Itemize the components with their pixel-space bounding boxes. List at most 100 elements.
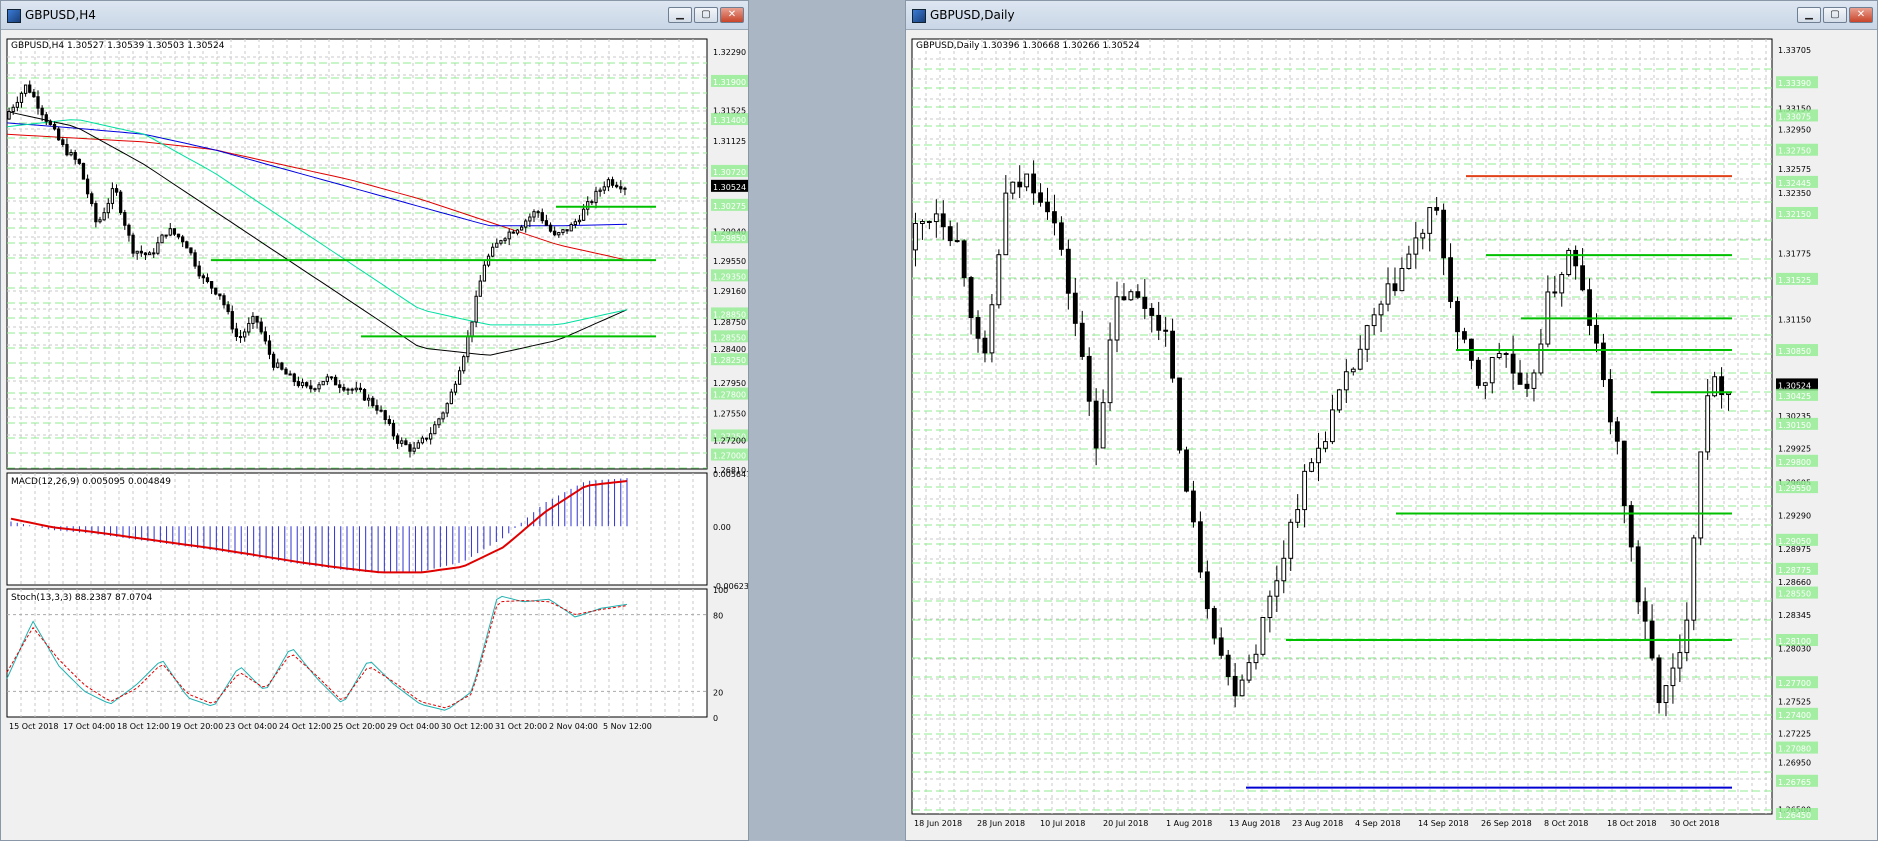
h4-candle-body: [519, 226, 524, 231]
daily-candle-body: [1295, 509, 1301, 523]
h4-candle-body: [606, 179, 611, 188]
h4-candle-body: [263, 331, 267, 342]
daily-title-bar[interactable]: GBPUSD,Daily ▁ ▢ ✕: [906, 1, 1877, 30]
h4-time-axis-label: 15 Oct 2018: [9, 722, 58, 731]
h4-candle-body: [90, 193, 94, 205]
h4-candle-body: [544, 220, 549, 226]
daily-candle-body: [1392, 283, 1398, 292]
h4-candle-body: [61, 139, 65, 145]
daily-chart-area[interactable]: GBPUSD,Daily 1.30396 1.30668 1.30266 1.3…: [906, 29, 1877, 840]
h4-candle-body: [288, 373, 292, 376]
h4-candle-body: [404, 440, 408, 446]
daily-candle-body: [1218, 637, 1224, 656]
daily-candle-body: [1441, 209, 1447, 259]
h4-price-panel: [6, 38, 708, 470]
daily-candle-body: [1566, 249, 1572, 276]
daily-candle-body: [1191, 490, 1196, 523]
h4-candle-body: [11, 106, 15, 113]
daily-time-axis-label: 10 Jul 2018: [1040, 819, 1085, 828]
daily-candle-body: [1281, 557, 1287, 582]
daily-price-axis-label: 1.28550: [1778, 590, 1811, 599]
h4-candle-body: [503, 238, 507, 242]
h4-candle-body: [197, 265, 201, 277]
daily-candle-body: [1079, 322, 1085, 357]
daily-price-axis-label: 1.28975: [1778, 545, 1811, 554]
close-button[interactable]: ✕: [1849, 7, 1873, 23]
daily-window-title: GBPUSD,Daily: [930, 8, 1015, 22]
h4-candle-body: [602, 186, 606, 191]
h4-candle-body: [350, 388, 354, 391]
daily-candle-body: [989, 304, 995, 354]
daily-candle-body: [1573, 249, 1579, 267]
h4-candle-body: [429, 433, 433, 440]
daily-candle-body: [1288, 521, 1294, 559]
h4-price-axis-label: 1.30275: [713, 202, 746, 211]
h4-candle-body: [507, 231, 511, 240]
daily-candle-body: [1552, 291, 1558, 294]
h4-candle-body: [23, 84, 28, 94]
daily-candle-body: [1635, 546, 1641, 603]
h4-candle-body: [106, 202, 110, 214]
h4-candle-body: [333, 376, 338, 386]
h4-candle-body: [553, 230, 557, 236]
h4-candle-body: [598, 189, 602, 192]
daily-candle-body: [940, 213, 946, 228]
h4-candle-body: [222, 295, 226, 306]
daily-candle-body: [1670, 667, 1676, 687]
h4-chart-area[interactable]: GBPUSD,H4 1.30527 1.30539 1.30503 1.3052…: [1, 29, 748, 840]
daily-candle-body: [1413, 237, 1419, 255]
h4-candle-body: [581, 208, 586, 221]
h4-time-axis-label: 30 Oct 12:00: [441, 722, 493, 731]
minimize-button[interactable]: ▁: [668, 7, 692, 23]
h4-candle-body: [499, 240, 503, 244]
daily-price-axis-label: 1.27080: [1778, 745, 1811, 754]
daily-price-axis-label: 1.32575: [1778, 165, 1811, 174]
daily-candle-body: [1427, 207, 1433, 234]
h4-candle-body: [32, 91, 36, 98]
daily-candle-body: [1239, 679, 1245, 697]
daily-price-axis-label: 1.28030: [1778, 644, 1811, 653]
h4-title-bar[interactable]: GBPUSD,H4 ▁ ▢ ✕: [1, 1, 748, 30]
maximize-button[interactable]: ▢: [1823, 7, 1847, 23]
daily-candle-body: [1371, 314, 1377, 327]
stoch-axis-label: 20: [713, 688, 723, 697]
daily-time-axis-label: 30 Oct 2018: [1670, 819, 1719, 828]
h4-price-axis-label: 1.31900: [713, 78, 746, 87]
h4-price-axis-label: 1.32290: [713, 48, 746, 57]
h4-price-axis-label: 1.28550: [713, 333, 746, 342]
maximize-button[interactable]: ▢: [694, 7, 718, 23]
minimize-button[interactable]: ▁: [1797, 7, 1821, 23]
h4-candle-body: [610, 179, 615, 186]
h4-candle-body: [424, 437, 429, 440]
h4-candle-body: [325, 376, 329, 382]
daily-candle-body: [1559, 274, 1565, 294]
daily-candle-body: [975, 317, 981, 339]
h4-candle-body: [218, 293, 222, 297]
daily-candle-body: [1003, 192, 1009, 256]
daily-candle-body: [1434, 207, 1440, 211]
h4-time-axis-label: 23 Oct 04:00: [225, 722, 277, 731]
daily-price-axis-label: 1.30425: [1778, 392, 1811, 401]
daily-candle-body: [1614, 421, 1620, 442]
daily-candle-body: [1406, 253, 1412, 269]
h4-candle-body: [69, 151, 73, 156]
h4-candle-body: [152, 252, 156, 255]
h4-candle-body: [470, 321, 474, 338]
h4-candle-body: [160, 234, 164, 244]
h4-candle-body: [615, 184, 619, 188]
h4-candle-body: [255, 315, 259, 323]
h4-candle-body: [172, 228, 177, 235]
h4-candle-body: [313, 388, 317, 391]
daily-candle-body: [1726, 392, 1731, 396]
h4-price-axis-label: 1.29850: [713, 234, 746, 243]
daily-candle-body: [1121, 296, 1127, 301]
h4-window-title: GBPUSD,H4: [25, 8, 96, 22]
daily-candle-body: [1448, 257, 1453, 302]
h4-price-axis-label: 1.28750: [713, 318, 746, 327]
daily-price-axis-label: 1.27525: [1778, 698, 1811, 707]
close-button[interactable]: ✕: [720, 7, 744, 23]
daily-price-axis-label: 1.30150: [1778, 421, 1811, 430]
h4-candle-body: [292, 373, 296, 383]
daily-price-panel: [911, 38, 1773, 815]
daily-price-axis-label: 1.31775: [1778, 250, 1811, 259]
